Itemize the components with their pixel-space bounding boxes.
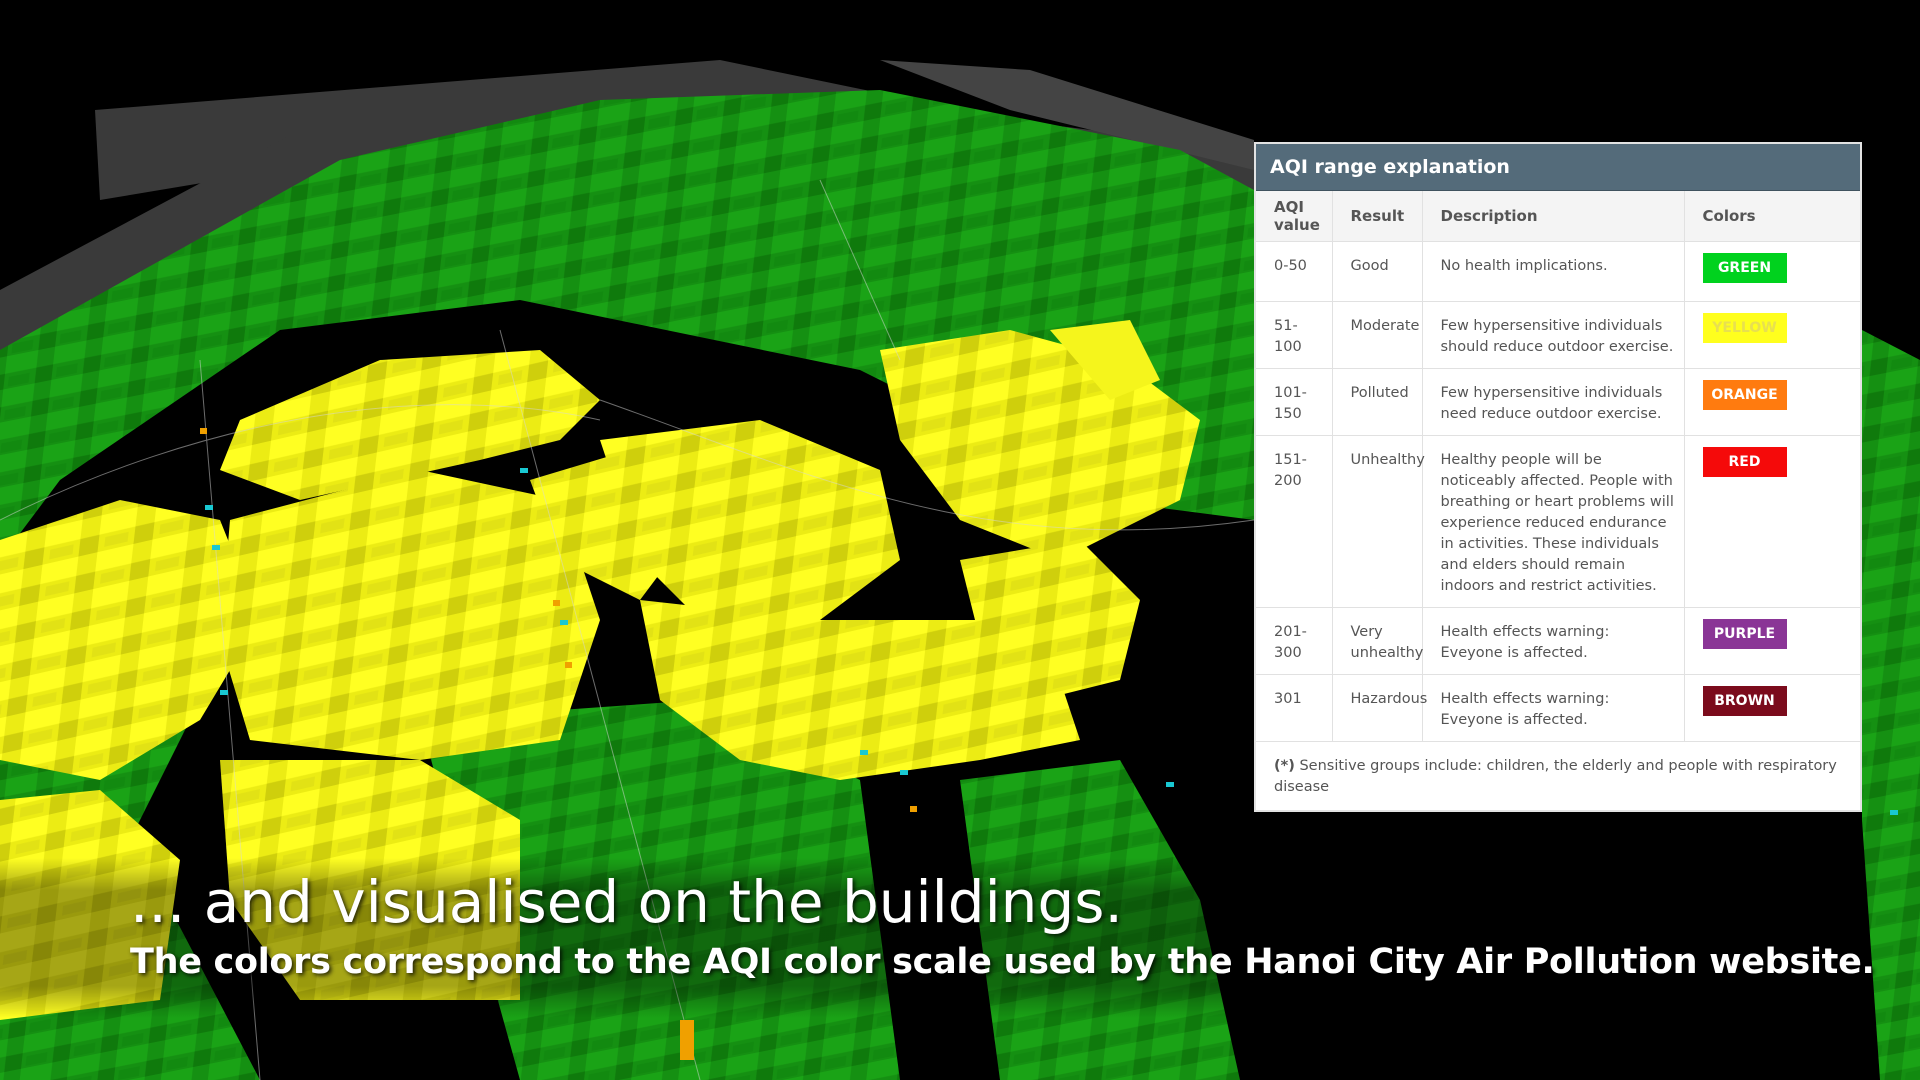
aqi-color-badge: YELLOW bbox=[1702, 313, 1787, 343]
aqi-table-header: AQI value Result Description Colors bbox=[1256, 191, 1860, 242]
subtitle-line-2: The colors correspond to the AQI color s… bbox=[130, 942, 1875, 982]
aqi-result-cell: Unhealthy bbox=[1332, 435, 1425, 608]
aqi-color-cell: GREEN bbox=[1684, 241, 1860, 302]
aqi-row: 51-100 Moderate Few hypersensitive individ… bbox=[1256, 301, 1860, 369]
aqi-result-cell: Good bbox=[1332, 241, 1423, 302]
aqi-description-cell: Few hypersensitive individuals need redu… bbox=[1422, 368, 1685, 436]
aqi-table: AQI value Result Description Colors 0-50… bbox=[1256, 191, 1860, 742]
aqi-color-badge: BROWN bbox=[1702, 686, 1787, 716]
aqi-color-cell: PURPLE bbox=[1684, 607, 1860, 675]
aqi-description-cell: Healthy people will be noticeably affect… bbox=[1422, 435, 1685, 608]
footnote-text: Sensitive groups include: children, the … bbox=[1274, 758, 1837, 795]
aqi-color-badge: PURPLE bbox=[1702, 619, 1787, 649]
aqi-color-badge: ORANGE bbox=[1702, 380, 1787, 410]
header-aqi-value: AQI value bbox=[1256, 191, 1333, 242]
aqi-color-cell: RED bbox=[1684, 435, 1860, 608]
aqi-result-cell: Moderate bbox=[1332, 301, 1423, 369]
aqi-value-cell: 0-50 bbox=[1256, 241, 1333, 302]
footnote-marker: (*) bbox=[1274, 758, 1295, 774]
aqi-description-cell: Health effects warning: Eveyone is affec… bbox=[1422, 607, 1685, 675]
aqi-color-cell: BROWN bbox=[1684, 674, 1860, 742]
aqi-footnote: (*) Sensitive groups include: children, … bbox=[1256, 742, 1860, 798]
aqi-result-cell: Hazardous bbox=[1332, 674, 1427, 742]
header-colors: Colors bbox=[1684, 191, 1860, 242]
aqi-description-cell: Few hypersensitive individuals should re… bbox=[1422, 301, 1685, 369]
aqi-value-cell: 301 bbox=[1256, 674, 1333, 742]
aqi-row: 151-200 Unhealthy Healthy people will be n… bbox=[1256, 435, 1860, 608]
aqi-result-cell: Very unhealthy bbox=[1332, 607, 1423, 675]
aqi-row: 101-150 Polluted Few hypersensitive indivi… bbox=[1256, 368, 1860, 436]
aqi-value-cell: 151-200 bbox=[1256, 435, 1333, 608]
aqi-value-cell: 201-300 bbox=[1256, 607, 1333, 675]
aqi-row: 301 Hazardous Health effects warning: Evey… bbox=[1256, 674, 1860, 742]
aqi-value-cell: 51-100 bbox=[1256, 301, 1333, 369]
aqi-range-panel: AQI range explanation AQI value Result D… bbox=[1254, 142, 1862, 812]
aqi-color-cell: YELLOW bbox=[1684, 301, 1860, 369]
aqi-value-cell: 101-150 bbox=[1256, 368, 1333, 436]
subtitle-line-1: ... and visualised on the buildings. bbox=[130, 868, 1123, 936]
aqi-description-cell: No health implications. bbox=[1422, 241, 1685, 302]
aqi-row: 201-300 Very unhealthy Health effects warn… bbox=[1256, 607, 1860, 675]
aqi-color-cell: ORANGE bbox=[1684, 368, 1860, 436]
aqi-row: 0-50 Good No health implications. GREEN bbox=[1256, 241, 1860, 302]
aqi-color-badge: RED bbox=[1702, 447, 1787, 477]
aqi-result-cell: Polluted bbox=[1332, 368, 1423, 436]
aqi-panel-title: AQI range explanation bbox=[1256, 144, 1860, 191]
aqi-color-badge: GREEN bbox=[1702, 253, 1787, 283]
header-result: Result bbox=[1332, 191, 1423, 242]
header-description: Description bbox=[1422, 191, 1685, 242]
aqi-description-cell: Health effects warning: Eveyone is affec… bbox=[1422, 674, 1685, 742]
